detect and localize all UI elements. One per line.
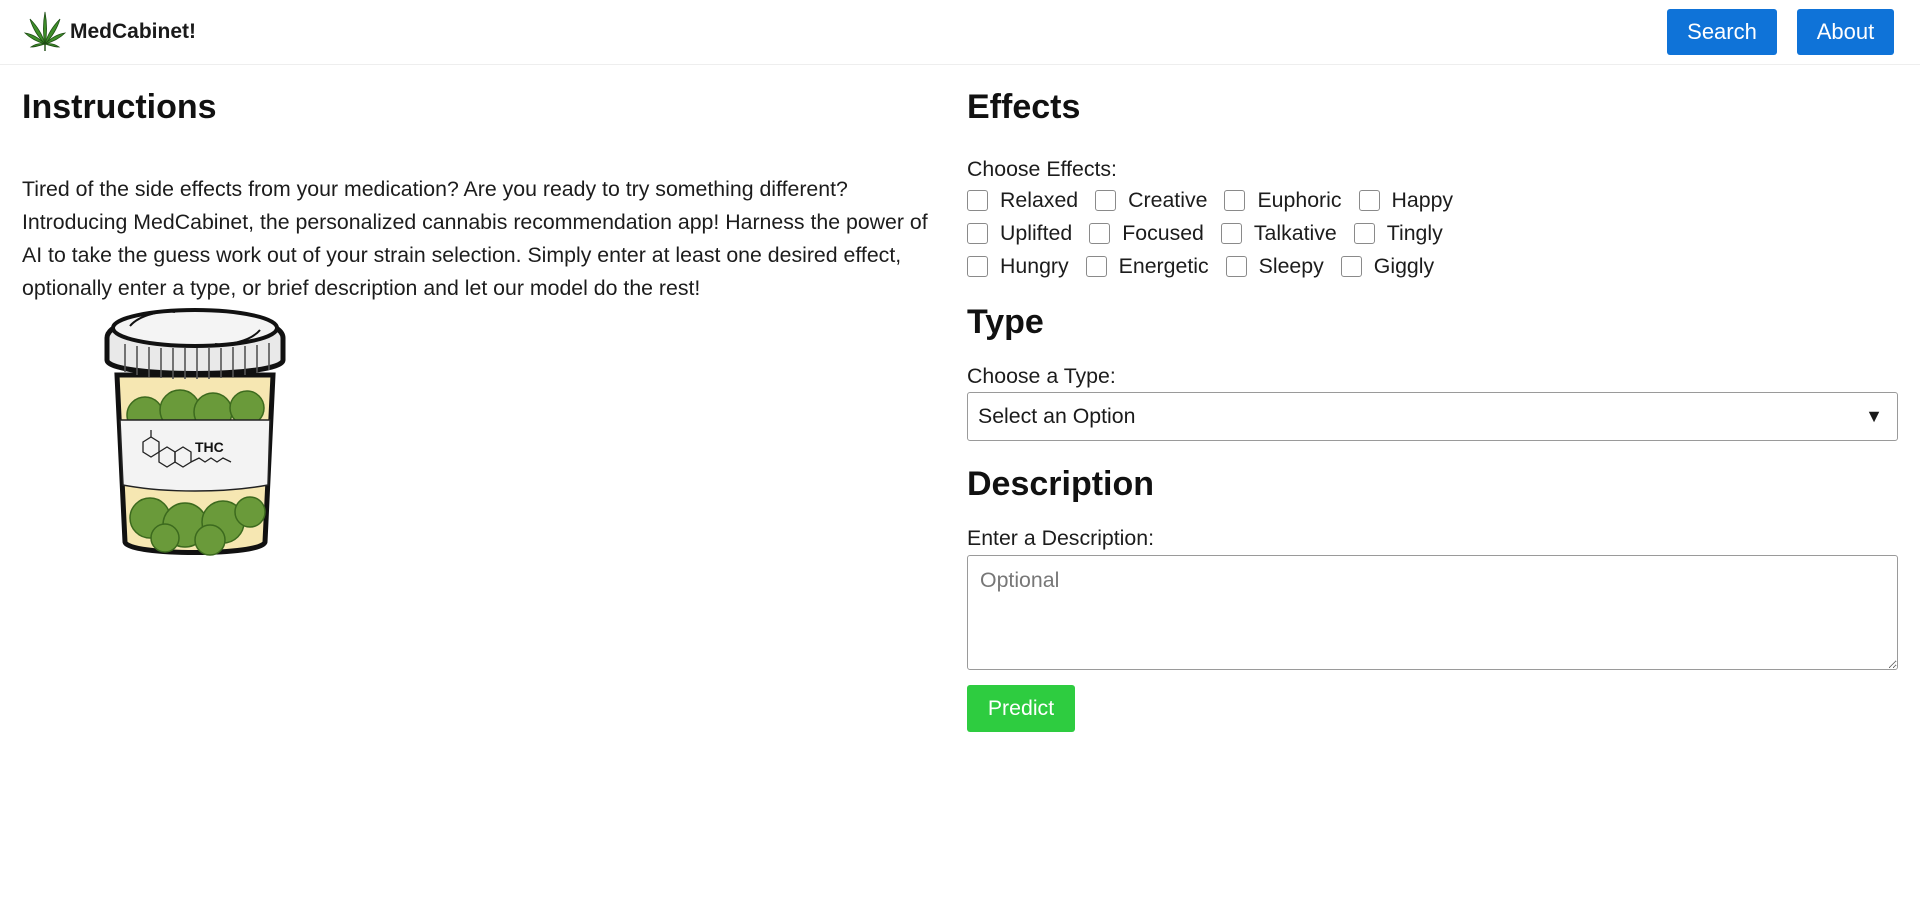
effect-giggly[interactable]: Giggly — [1340, 254, 1434, 279]
predict-button[interactable]: Predict — [967, 685, 1075, 732]
cannabis-leaf-icon — [23, 11, 67, 56]
checkbox[interactable] — [1358, 190, 1380, 211]
description-heading: Description — [967, 465, 1155, 503]
type-label: Choose a Type: — [967, 364, 1116, 388]
effects-checkbox-grid: Relaxed Creative Euphoric Happy Uplifted… — [967, 184, 1899, 283]
checkbox[interactable] — [1224, 190, 1246, 211]
checkbox[interactable] — [1353, 223, 1375, 244]
effect-focused[interactable]: Focused — [1089, 221, 1204, 246]
checkbox[interactable] — [967, 190, 988, 211]
checkbox[interactable] — [967, 256, 988, 277]
effect-euphoric[interactable]: Euphoric — [1224, 188, 1342, 213]
checkbox[interactable] — [1340, 256, 1362, 277]
checkbox[interactable] — [1225, 256, 1247, 277]
description-textarea[interactable] — [967, 555, 1898, 670]
pill-jar-illustration: THC — [95, 280, 295, 565]
effect-tingly[interactable]: Tingly — [1353, 221, 1443, 246]
effect-hungry[interactable]: Hungry — [967, 254, 1069, 279]
effects-row: Relaxed Creative Euphoric Happy — [967, 184, 1899, 217]
effects-row: Hungry Energetic Sleepy Giggly — [967, 250, 1899, 283]
effect-happy[interactable]: Happy — [1358, 188, 1453, 213]
effects-heading: Effects — [967, 88, 1081, 126]
effects-row: Uplifted Focused Talkative Tingly — [967, 217, 1899, 250]
effect-sleepy[interactable]: Sleepy — [1225, 254, 1324, 279]
caret-down-icon: ▼ — [1865, 406, 1883, 426]
effect-relaxed[interactable]: Relaxed — [967, 188, 1078, 213]
effect-creative[interactable]: Creative — [1095, 188, 1207, 213]
effects-label: Choose Effects: — [967, 157, 1117, 181]
top-navbar: MedCabinet! Search About — [0, 0, 1920, 65]
effect-energetic[interactable]: Energetic — [1085, 254, 1209, 279]
checkbox[interactable] — [1089, 223, 1111, 244]
effect-talkative[interactable]: Talkative — [1220, 221, 1337, 246]
brand-name: MedCabinet! — [70, 19, 196, 43]
type-heading: Type — [967, 303, 1044, 341]
checkbox[interactable] — [1085, 256, 1107, 277]
checkbox[interactable] — [967, 223, 988, 244]
brand[interactable]: MedCabinet! — [23, 11, 196, 56]
type-select-value: Select an Option — [978, 404, 1136, 428]
search-nav-button[interactable]: Search — [1667, 9, 1777, 55]
type-select[interactable]: Select an Option ▼ — [967, 392, 1898, 441]
checkbox[interactable] — [1220, 223, 1242, 244]
prediction-form: Effects Choose Effects: Relaxed Creative… — [967, 88, 1899, 732]
about-nav-button[interactable]: About — [1797, 9, 1894, 55]
svg-text:THC: THC — [195, 439, 224, 455]
instructions-heading: Instructions — [22, 88, 217, 126]
checkbox[interactable] — [1095, 190, 1117, 211]
effect-uplifted[interactable]: Uplifted — [967, 221, 1072, 246]
instructions-section: Instructions Tired of the side effects f… — [22, 88, 942, 305]
description-label: Enter a Description: — [967, 526, 1155, 550]
